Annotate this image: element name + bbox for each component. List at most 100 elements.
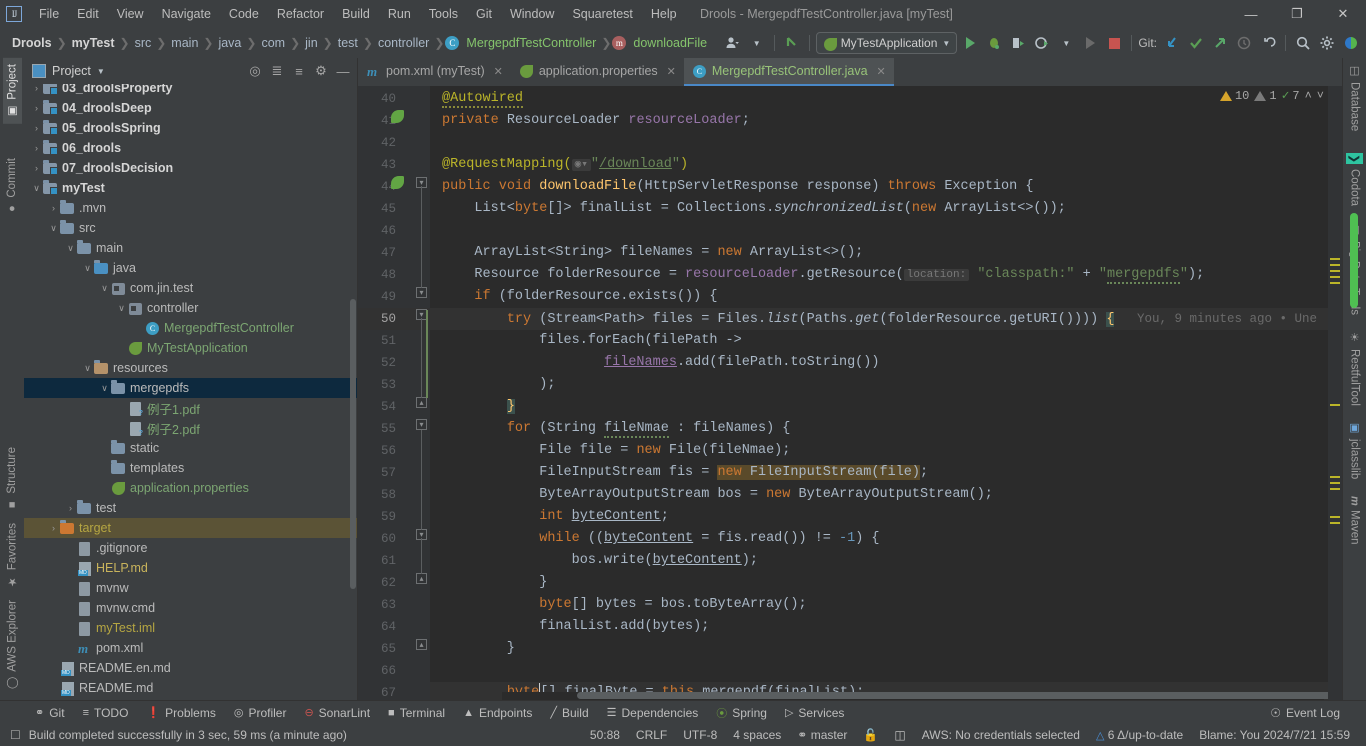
warning-marker[interactable] <box>1330 270 1340 272</box>
breadcrumb-src[interactable]: src ❯ <box>131 34 168 52</box>
bottom-tab-sonarlint[interactable]: ⊖ SonarLint <box>295 706 379 720</box>
locate-icon[interactable]: ◎ <box>245 61 265 81</box>
sidebar-item-aws-explorer[interactable]: ◯ AWS Explorer <box>3 594 22 696</box>
menu-tools[interactable]: Tools <box>420 3 467 25</box>
warning-marker[interactable] <box>1330 482 1340 484</box>
tree-expander[interactable]: ∨ <box>98 283 111 294</box>
run-configuration-selector[interactable]: MyTestApplication ▼ <box>815 32 958 54</box>
bottom-tab-services[interactable]: ▷ Services <box>776 706 853 720</box>
tree-expander[interactable]: › <box>98 443 111 453</box>
tree-expander[interactable]: › <box>64 603 77 613</box>
chevron-down-icon[interactable]: ▼ <box>97 67 105 76</box>
read-only-lock-icon[interactable]: 🔓 <box>855 728 886 742</box>
tree-expander[interactable]: › <box>64 583 77 593</box>
tree-item[interactable]: › mvnw.cmd <box>24 598 357 618</box>
bottom-tab-dependencies[interactable]: ☰ Dependencies <box>598 706 708 720</box>
debug-button[interactable] <box>983 32 1005 54</box>
fold-marker[interactable]: ▴ <box>416 573 427 584</box>
hide-icon[interactable]: — <box>333 61 353 81</box>
sidebar-item-database[interactable]: ◫ Database <box>1345 58 1364 137</box>
project-tree-scrollbar[interactable] <box>350 299 356 589</box>
tree-item[interactable]: › templates <box>24 458 357 478</box>
inspection-widget[interactable]: 10 1 ✓ 7 ˄ ˅ <box>1219 88 1324 103</box>
tree-expander[interactable]: › <box>30 143 43 153</box>
minimize-button[interactable]: — <box>1228 0 1274 28</box>
event-log-button[interactable]: ☉ Event Log <box>1270 706 1340 720</box>
menu-git[interactable]: Git <box>467 3 501 25</box>
tree-item[interactable]: › 例子1.pdf <box>24 398 357 418</box>
fold-marker[interactable]: ▾ <box>416 287 427 298</box>
bottom-tab-terminal[interactable]: ■ Terminal <box>379 706 454 720</box>
bottom-tab-git[interactable]: ⚭ Git <box>26 706 74 720</box>
warning-marker[interactable] <box>1330 488 1340 490</box>
tab-close-icon[interactable]: ✕ <box>494 65 503 78</box>
aws-status[interactable]: AWS: No credentials selected <box>914 728 1088 742</box>
warning-marker[interactable] <box>1330 476 1340 478</box>
prev-problem-button[interactable]: ˄ <box>1305 89 1312 103</box>
menu-build[interactable]: Build <box>333 3 379 25</box>
tree-item[interactable]: ∨ controller <box>24 298 357 318</box>
git-history-button[interactable] <box>1233 32 1255 54</box>
tree-item[interactable]: ∨ mergepdfs <box>24 378 357 398</box>
tree-item[interactable]: › 07_droolsDecision <box>24 158 357 178</box>
warning-marker[interactable] <box>1330 404 1340 406</box>
tree-expander[interactable]: ∨ <box>81 363 94 374</box>
menu-file[interactable]: File <box>30 3 68 25</box>
breadcrumb-class[interactable]: C MergepdfTestController ❯ <box>445 34 612 52</box>
sidebar-item-favorites[interactable]: ★ Favorites <box>3 517 22 594</box>
tree-item[interactable]: › .gitignore <box>24 538 357 558</box>
tree-item[interactable]: › target <box>24 518 357 538</box>
tab-mergepdftestcontroller-java[interactable]: C MergepdfTestController.java ✕ <box>683 58 894 86</box>
tree-item[interactable]: › 04_droolsDeep <box>24 98 357 118</box>
breadcrumb-java[interactable]: java ❯ <box>214 34 257 52</box>
tree-item[interactable]: › 03_droolsProperty <box>24 84 357 98</box>
chevron-down-icon[interactable]: ▼ <box>1055 32 1077 54</box>
tree-item[interactable]: › README.en.md <box>24 658 357 678</box>
typo-count[interactable]: ✓ 7 <box>1282 88 1300 103</box>
tree-expander[interactable]: › <box>98 483 111 493</box>
tree-expander[interactable]: ∨ <box>98 383 111 394</box>
sidebar-item-jclasslib[interactable]: ▣ jclasslib <box>1345 415 1364 485</box>
status-message[interactable]: Build completed successfully in 3 sec, 5… <box>29 728 347 742</box>
tree-item[interactable]: ∨ resources <box>24 358 357 378</box>
warning-marker[interactable] <box>1330 276 1340 278</box>
breadcrumb-test[interactable]: test ❯ <box>334 34 374 52</box>
warning-marker[interactable] <box>1330 258 1340 260</box>
breadcrumb-controller[interactable]: controller ❯ <box>374 34 445 52</box>
search-everywhere-icon[interactable] <box>1292 32 1314 54</box>
chevron-down-icon[interactable]: ▼ <box>746 32 768 54</box>
tree-expander[interactable]: › <box>115 423 128 433</box>
git-push-button[interactable] <box>1209 32 1231 54</box>
menu-run[interactable]: Run <box>379 3 420 25</box>
tree-item[interactable]: ›m pom.xml <box>24 638 357 658</box>
breadcrumb-drools[interactable]: Drools ❯ <box>8 34 68 52</box>
tree-expander[interactable]: › <box>98 463 111 473</box>
tree-item[interactable]: › mvnw <box>24 578 357 598</box>
settings-gear-icon[interactable] <box>1316 32 1338 54</box>
code-editor[interactable]: 10 1 ✓ 7 ˄ ˅ @Autowired private ResourceL… <box>430 86 1342 700</box>
tree-expander[interactable]: ∨ <box>81 263 94 274</box>
tree-expander[interactable]: ∨ <box>115 303 128 314</box>
bottom-tab-todo[interactable]: ≡ TODO <box>74 706 138 720</box>
tree-item[interactable]: › test <box>24 498 357 518</box>
sidebar-item-project[interactable]: ▣ Project <box>2 58 22 124</box>
tree-expander[interactable]: › <box>64 543 77 553</box>
tree-item[interactable]: ›C MergepdfTestController <box>24 318 357 338</box>
menu-refactor[interactable]: Refactor <box>268 3 333 25</box>
tree-expander[interactable]: › <box>132 323 145 333</box>
tab-application-properties[interactable]: application.properties ✕ <box>511 58 684 86</box>
breadcrumb-mytest[interactable]: myTest ❯ <box>68 34 131 52</box>
profile-button[interactable] <box>1031 32 1053 54</box>
tab-close-icon[interactable]: ✕ <box>667 65 676 78</box>
tree-expander[interactable]: › <box>64 623 77 633</box>
warning-count[interactable]: 10 <box>1219 89 1249 103</box>
file-encoding[interactable]: UTF-8 <box>675 728 725 742</box>
line-separator[interactable]: CRLF <box>628 728 675 742</box>
spring-endpoint-gutter-icon[interactable] <box>391 176 405 190</box>
menu-code[interactable]: Code <box>220 3 268 25</box>
tree-expander[interactable]: › <box>115 403 128 413</box>
user-avatar-icon[interactable] <box>722 32 744 54</box>
bottom-tab-profiler[interactable]: ◎ Profiler <box>225 706 296 720</box>
project-tree[interactable]: › 03_droolsProperty › 04_droolsDeep › 05_droo… <box>24 84 357 700</box>
menu-help[interactable]: Help <box>642 3 686 25</box>
